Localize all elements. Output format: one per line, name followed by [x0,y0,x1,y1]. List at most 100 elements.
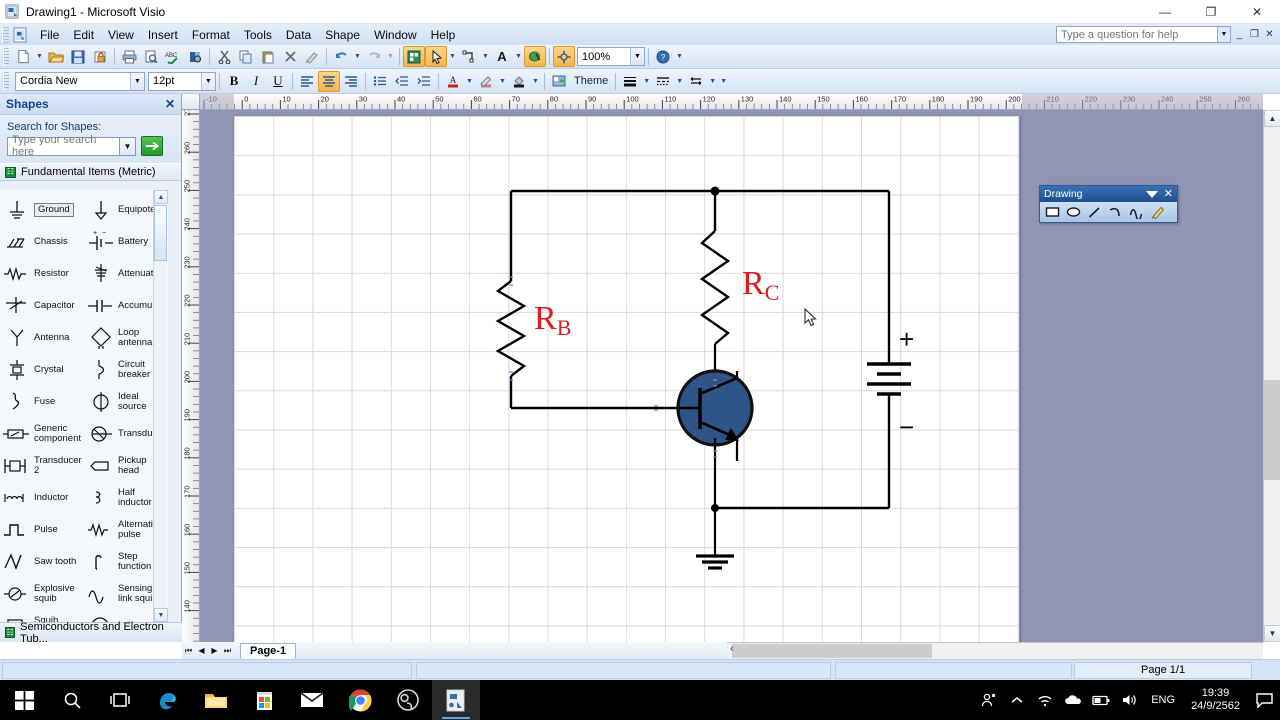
undo-icon[interactable] [330,46,352,67]
onedrive-icon[interactable] [1059,680,1087,720]
paste-icon[interactable] [257,46,279,67]
document-minimize-button[interactable]: _ [1233,26,1246,43]
underline-button[interactable]: U [267,71,289,92]
menu-help[interactable]: Help [424,26,463,44]
print-icon[interactable] [118,46,140,67]
menu-tools[interactable]: Tools [237,26,279,44]
ellipse-tool-icon[interactable] [1063,203,1084,221]
pointer-tool-dropdown-icon[interactable]: ▼ [447,46,458,67]
drawing-toolbar-titlebar[interactable]: Drawing ✕ [1040,186,1177,202]
permission-icon[interactable] [89,46,111,67]
shape-item-inductor[interactable]: Inductor [0,482,84,514]
font-size-value[interactable]: 12pt [149,75,201,87]
vertical-ruler[interactable]: 270 260 250 240 230 220 210 200 190 180 170 160 150 1… [182,110,200,642]
freeform-tool-icon[interactable] [1126,203,1147,221]
line-weight-dropdown-icon[interactable]: ▼ [641,71,652,92]
mail-icon[interactable] [288,680,336,720]
volume-icon[interactable] [1115,680,1143,720]
page-tab-page-1[interactable]: Page-1 [240,642,297,659]
edge-icon[interactable] [144,680,192,720]
text-tool-icon[interactable]: A [491,46,513,67]
standard-toolbar-overflow-icon[interactable]: ▼ [674,46,685,67]
menu-format[interactable]: Format [185,26,237,44]
scroll-up-icon[interactable]: ▲ [1264,110,1280,127]
pan-zoom-icon[interactable] [553,46,575,67]
people-icon[interactable] [975,680,1003,720]
language-indicator[interactable]: ENG [1143,694,1183,706]
font-color-icon[interactable]: A [442,71,464,92]
scroll-up-icon[interactable]: ▲ [154,190,168,204]
font-name-dropdown-icon[interactable]: ▼ [130,72,144,90]
print-preview-icon[interactable] [140,46,162,67]
close-button[interactable]: ✕ [1234,0,1280,24]
action-center-icon[interactable] [1248,680,1280,720]
document-restore-button[interactable]: ❐ [1248,26,1261,43]
align-left-icon[interactable] [296,71,318,92]
standard-toolbar-grip[interactable] [3,47,9,66]
help-search-input[interactable]: Type a question for help [1056,26,1218,43]
task-view-icon[interactable] [96,680,144,720]
bullets-icon[interactable] [369,71,391,92]
circuit-diagram[interactable]: + − RB RC [234,116,1021,642]
rectangle-tool-icon[interactable] [1042,203,1063,221]
chrome-icon[interactable] [336,680,384,720]
shape-item-fuse[interactable]: Fuse [0,386,84,418]
close-icon[interactable]: ✕ [165,97,175,111]
redo-icon[interactable] [363,46,385,67]
open-file-icon[interactable] [45,46,67,67]
obs-icon[interactable] [384,680,432,720]
line-ends-dropdown-icon[interactable]: ▼ [707,71,718,92]
shape-item-explosive-squib[interactable]: Explosive squib [0,578,84,610]
help-icon[interactable]: ? [652,46,674,67]
format-painter-icon[interactable] [301,46,323,67]
stencil-header-fundamental-items[interactable]: ☷ Fundamental Items (Metric) [0,163,181,181]
fill-color-dropdown-icon[interactable]: ▼ [530,71,541,92]
shape-item-pulse[interactable]: Pulse [0,514,84,546]
menu-shape[interactable]: Shape [318,26,367,44]
canvas-vertical-scrollbar[interactable]: ▲ ▼ [1263,110,1280,642]
shape-item-resistor[interactable]: Resistor [0,258,84,290]
decrease-indent-icon[interactable] [391,71,413,92]
line-pattern-icon[interactable] [652,71,674,92]
formatting-toolbar-grip[interactable] [3,72,9,90]
shapes-window-icon[interactable] [403,46,425,67]
line-tool-icon[interactable] [1084,203,1105,221]
theme-label[interactable]: Theme [570,75,612,87]
shape-item-ground[interactable]: Ground [0,194,84,226]
ruler-corner[interactable] [182,94,200,110]
line-color-dropdown-icon[interactable]: ▼ [497,71,508,92]
formatting-toolbar-overflow-icon[interactable]: ▼ [718,71,729,92]
undo-dropdown-icon[interactable]: ▼ [352,46,363,67]
clock[interactable]: 19:39 24/9/2562 [1183,687,1248,713]
font-size-dropdown-icon[interactable]: ▼ [201,72,215,90]
delete-icon[interactable] [279,46,301,67]
shape-item-generic-component[interactable]: Generic component [0,418,84,450]
italic-button[interactable]: I [245,71,267,92]
maximize-button[interactable]: ❐ [1188,0,1234,24]
ink-tool-icon[interactable] [524,46,546,67]
research-icon[interactable] [184,46,206,67]
cut-icon[interactable] [213,46,235,67]
connector-tool-icon[interactable] [458,46,480,67]
font-color-dropdown-icon[interactable]: ▼ [464,71,475,92]
arc-tool-icon[interactable] [1105,203,1126,221]
pencil-tool-icon[interactable] [1147,203,1168,221]
shape-item-transducer-2[interactable]: Transducer 2 [0,450,84,482]
battery-icon[interactable] [1087,680,1115,720]
menu-window[interactable]: Window [367,26,424,44]
drawing-floating-toolbar[interactable]: Drawing ✕ [1039,185,1178,223]
menu-data[interactable]: Data [279,26,318,44]
pointer-tool-icon[interactable] [425,46,447,67]
text-tool-dropdown-icon[interactable]: ▼ [513,46,524,67]
search-icon[interactable] [48,680,96,720]
search-history-dropdown-icon[interactable]: ▼ [120,136,136,156]
theme-icon[interactable] [548,71,570,92]
close-icon[interactable]: ✕ [1164,189,1173,200]
shape-item-saw-tooth[interactable]: Saw tooth [0,546,84,578]
new-document-icon[interactable] [12,46,34,67]
line-color-icon[interactable] [475,71,497,92]
save-icon[interactable] [67,46,89,67]
connector-tool-dropdown-icon[interactable]: ▼ [480,46,491,67]
menu-insert[interactable]: Insert [141,26,185,44]
bold-button[interactable]: B [223,71,245,92]
